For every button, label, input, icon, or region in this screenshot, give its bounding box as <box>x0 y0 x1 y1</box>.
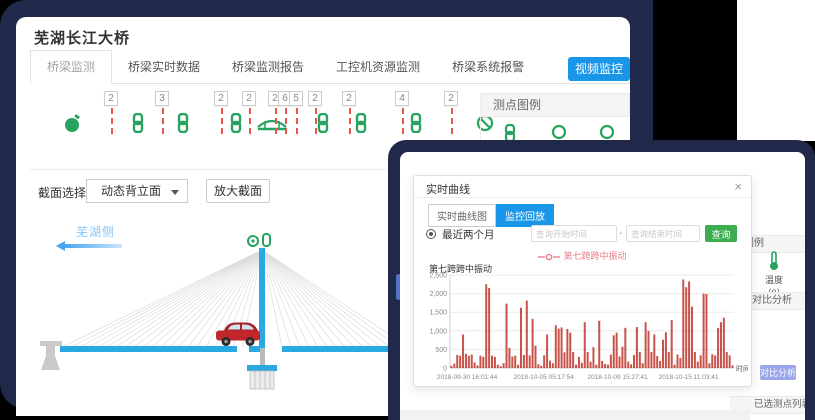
section-select-dropdown[interactable]: 动态背立面 <box>86 179 188 203</box>
query-end-time-input[interactable] <box>626 225 700 242</box>
stopwatch-icon[interactable] <box>64 113 82 138</box>
screen: 芜湖长江大桥 桥梁监测桥梁实时数据桥梁监测报告工控机资源监测桥梁系统报警 视频监… <box>0 0 815 420</box>
chain-link-icon[interactable] <box>131 113 145 138</box>
bridge-sensor-icon[interactable] <box>256 113 288 138</box>
sensor-dash-line <box>162 108 164 134</box>
svg-text:2018-10-15 11:03:41: 2018-10-15 11:03:41 <box>659 374 719 381</box>
pylon-sensor-icons[interactable] <box>248 234 270 246</box>
sensor-count-badge: 2 <box>242 91 256 106</box>
dialog-window-content: 测点图例 温度 （9） 对比分析 对比分析 已选测点列表 实时曲线 × 实时曲线… <box>400 152 805 420</box>
legend-panel-body <box>481 117 630 140</box>
thermometer-icon <box>768 251 780 271</box>
bridge-pylon <box>247 248 277 389</box>
svg-text:2018-09-30 16:01:44: 2018-09-30 16:01:44 <box>437 374 498 381</box>
realtime-curve-dialog: 实时曲线 × 实时曲线图监控回放 最近两个月 - 查询 第七跨跨中振动 <box>413 175 752 387</box>
enlarge-section-button[interactable]: 放大截面 <box>206 179 270 203</box>
sensor-count-badge: 2 <box>444 91 458 106</box>
query-start-time-input[interactable] <box>531 225 617 242</box>
footer-band <box>400 410 750 420</box>
sensor-count-badge: 3 <box>155 91 169 106</box>
sensor-dash-line <box>249 108 251 134</box>
sensor-count-badge: 2 <box>104 91 118 106</box>
dialog-tab-0[interactable]: 实时曲线图 <box>428 204 496 227</box>
compare-analysis-button[interactable]: 对比分析 <box>760 365 796 380</box>
sensor-dash-line <box>402 108 404 134</box>
bridge-abutment <box>40 341 62 370</box>
chevron-down-icon <box>171 190 179 195</box>
chart-legend: 第七跨跨中振动 <box>414 249 751 262</box>
dialog-tabs: 实时曲线图监控回放 <box>428 204 554 227</box>
dialog-header: 实时曲线 × <box>414 176 751 198</box>
gauge-icon <box>551 123 567 140</box>
gauge-icon <box>599 123 615 140</box>
svg-text:2018-10-05 05:17:54: 2018-10-05 05:17:54 <box>514 374 575 381</box>
recent-two-months-label: 最近两个月 <box>442 227 495 242</box>
background-window <box>737 0 815 141</box>
legend-marker-icon <box>538 253 560 261</box>
vibration-chart: 0 500 1,000 1,500 2,000 2,500 2018-09-30 16:01… <box>420 271 748 383</box>
bridge-deck <box>60 346 237 352</box>
temperature-label: 温度 <box>752 273 796 286</box>
video-area <box>653 0 737 140</box>
page-title: 芜湖长江大桥 <box>34 27 130 48</box>
recent-two-months-radio[interactable] <box>426 229 436 239</box>
svg-text:1,000: 1,000 <box>429 328 447 335</box>
svg-text:500: 500 <box>435 347 447 354</box>
legend-panel-title: 测点图例 <box>481 93 630 117</box>
sensor-dash-line <box>349 108 351 134</box>
dialog-window: 测点图例 温度 （9） 对比分析 对比分析 已选测点列表 实时曲线 × 实时曲线… <box>388 140 815 420</box>
sensor-count-badge: 5 <box>289 91 303 106</box>
chain-link-icon[interactable] <box>229 113 243 138</box>
section-divider <box>30 169 390 170</box>
svg-text:2,000: 2,000 <box>429 291 447 298</box>
dialog-title: 实时曲线 <box>426 181 470 197</box>
search-button[interactable]: 查询 <box>705 225 737 242</box>
chain-link-icon[interactable] <box>176 113 190 138</box>
sensor-dash-line <box>451 108 453 134</box>
sensor-dash-line <box>285 108 287 134</box>
svg-text:0: 0 <box>443 366 447 373</box>
main-tab-2[interactable]: 桥梁监测报告 <box>216 51 320 83</box>
legend-series-label: 第七跨跨中振动 <box>563 251 626 261</box>
svg-text:2,500: 2,500 <box>429 273 447 280</box>
sensor-count-badge: 4 <box>395 91 409 106</box>
main-tabs: 桥梁监测桥梁实时数据桥梁监测报告工控机资源监测桥梁系统报警 <box>30 55 630 84</box>
sensor-dash-line <box>111 108 113 134</box>
sensor-count-badge: 2 <box>308 91 322 106</box>
close-icon[interactable]: × <box>734 179 742 194</box>
chain-link-icon[interactable] <box>354 113 368 138</box>
bridge-schematic <box>36 231 416 416</box>
main-tab-1[interactable]: 桥梁实时数据 <box>112 51 216 83</box>
main-tab-4[interactable]: 桥梁系统报警 <box>436 51 540 83</box>
svg-text:2018-10-09 15:27:41: 2018-10-09 15:27:41 <box>587 374 648 381</box>
measure-point-legend-panel: 测点图例 <box>480 93 630 140</box>
chain-link-icon[interactable] <box>316 113 330 138</box>
video-monitor-button[interactable]: 视频监控 <box>568 57 630 81</box>
main-tab-3[interactable]: 工控机资源监测 <box>320 51 436 83</box>
chain-link-icon[interactable] <box>409 113 423 138</box>
sensor-dash-line <box>275 108 277 134</box>
sensor-count-badge: 2 <box>214 91 228 106</box>
dialog-tab-1[interactable]: 监控回放 <box>496 204 554 227</box>
svg-text:时间: 时间 <box>736 364 748 373</box>
chain-link-icon <box>503 123 517 140</box>
sensor-dash-line <box>221 108 223 134</box>
svg-text:1,500: 1,500 <box>429 310 447 317</box>
section-select-value: 动态背立面 <box>101 184 161 198</box>
sensor-count-badge: 2 <box>342 91 356 106</box>
main-tab-0[interactable]: 桥梁监测 <box>30 50 112 84</box>
car <box>216 323 260 347</box>
sensor-dash-line <box>296 108 298 134</box>
range-separator: - <box>619 228 622 239</box>
